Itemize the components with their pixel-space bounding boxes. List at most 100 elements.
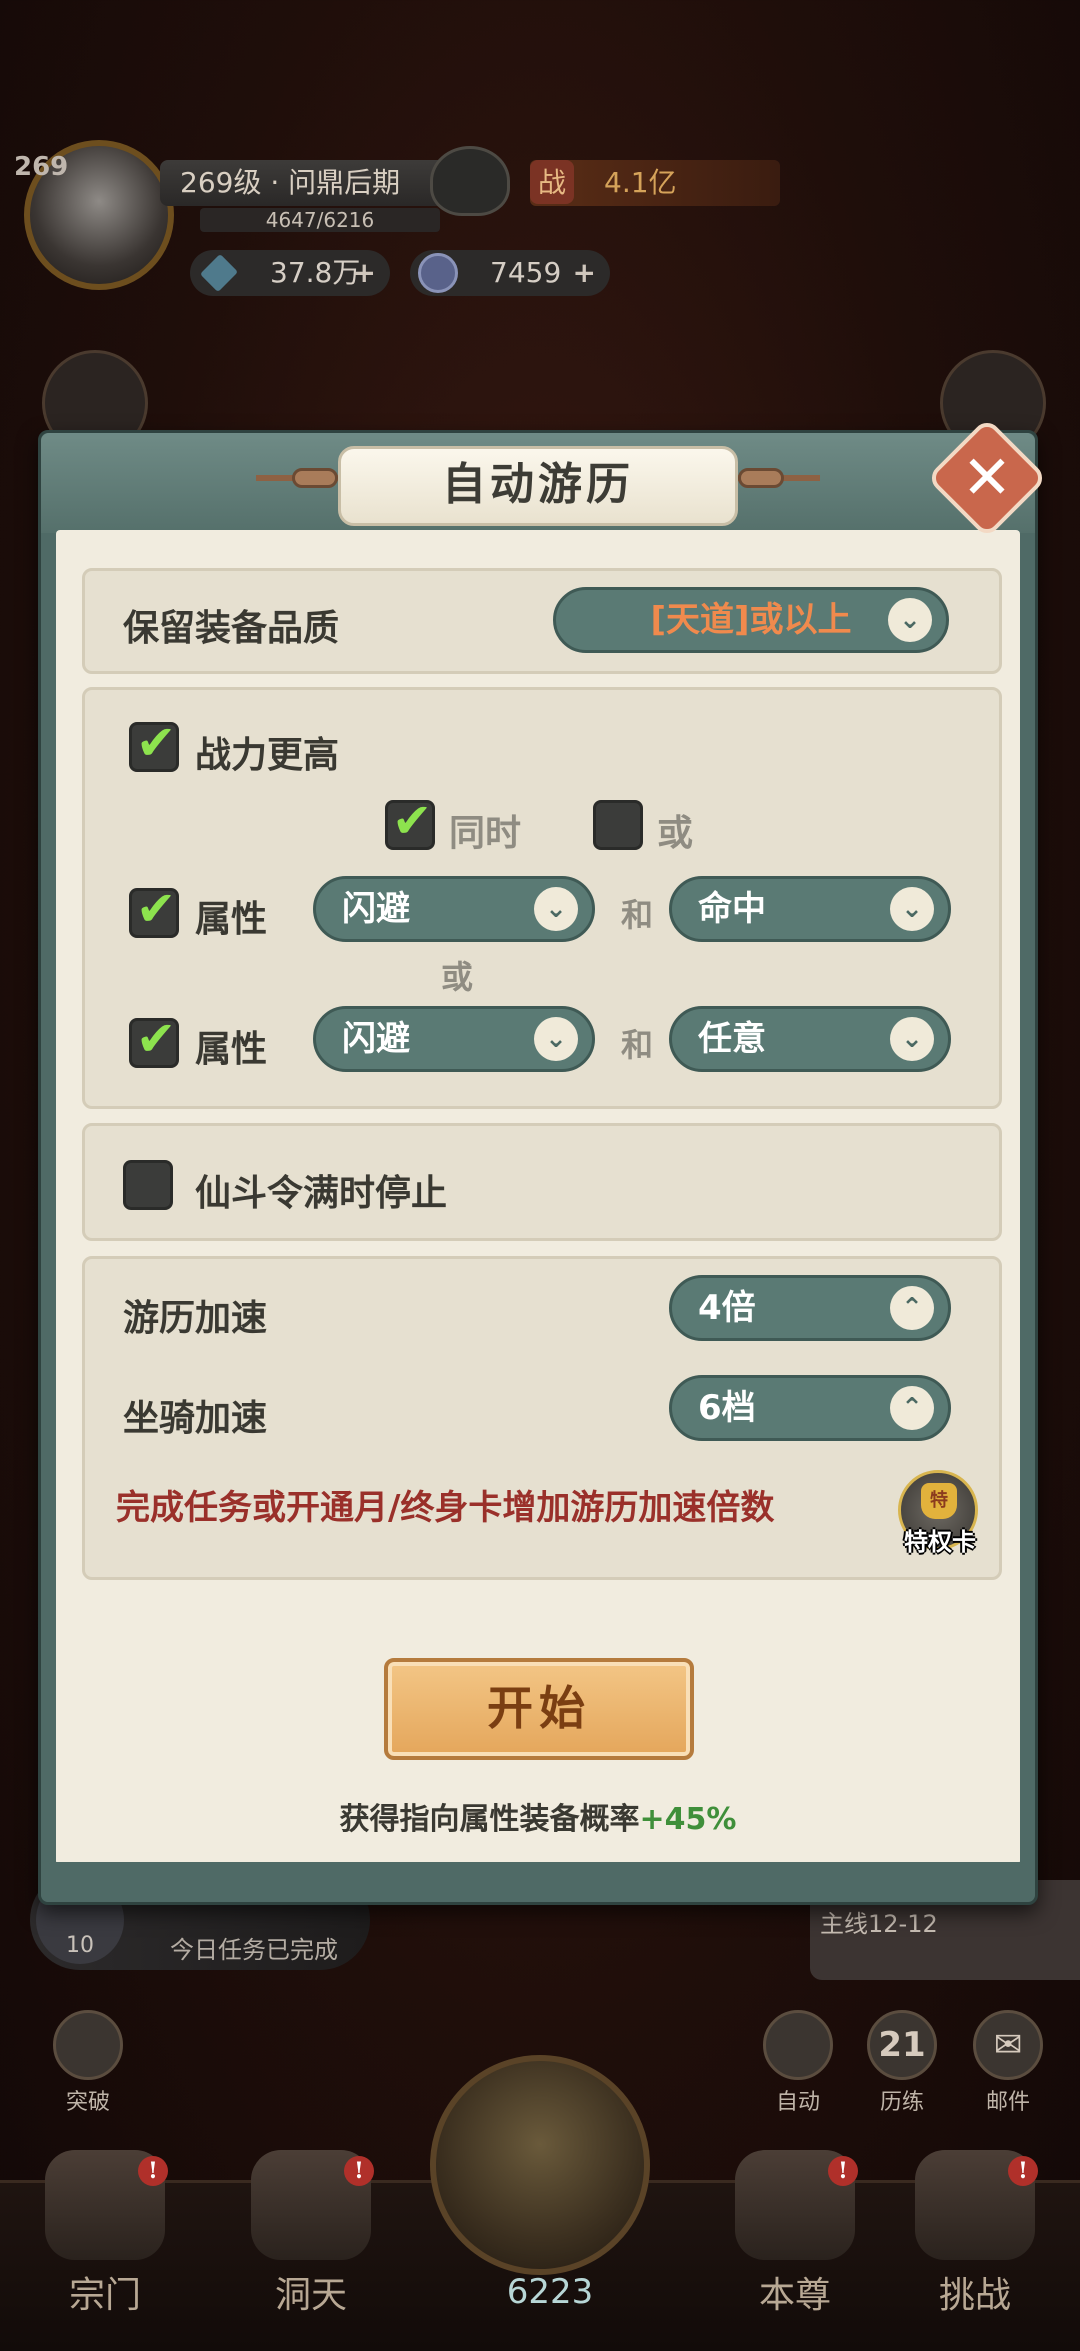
mail-icon: ✉ bbox=[973, 2010, 1043, 2080]
check-icon: ✔ bbox=[136, 881, 177, 937]
auto-label: 自动 bbox=[775, 2090, 820, 2115]
nav-challenge[interactable]: ! 挑战 bbox=[900, 2150, 1050, 2318]
level-text: 269级 · 问鼎后期 bbox=[160, 160, 450, 206]
speed-note: 完成任务或开通月/终身卡增加游历加速倍数 bbox=[116, 1488, 775, 1528]
alert-badge: ! bbox=[1008, 2156, 1038, 2186]
auto-button[interactable]: 自动 bbox=[756, 2010, 840, 2116]
orb-count: 6223 bbox=[506, 2272, 594, 2312]
power-label: 战 bbox=[530, 160, 574, 204]
currency-spirit[interactable]: 7459 + bbox=[410, 250, 610, 296]
combat-power: 战 4.1亿 bbox=[530, 160, 780, 206]
chevron-up-icon: ⌃ bbox=[890, 1286, 934, 1330]
speed-value: 4倍 bbox=[698, 1288, 756, 1328]
check-icon: ✔ bbox=[392, 793, 433, 849]
training-label: 历练 bbox=[879, 2090, 924, 2115]
quality-panel: 保留装备品质 [天道]或以上 ⌄ bbox=[82, 568, 1002, 674]
nav-label: 洞天 bbox=[274, 2275, 347, 2316]
auto-travel-dialog: 自动游历 ✕ 保留装备品质 [天道]或以上 ⌄ ✔ 战力更高 ✔ 同时 或 ✔ … bbox=[38, 417, 1048, 1905]
same-time-label: 同时 bbox=[449, 813, 522, 854]
nav-self[interactable]: ! 本尊 bbox=[720, 2150, 870, 2318]
nav-label: 本尊 bbox=[758, 2275, 831, 2316]
attr-row2-checkbox[interactable]: ✔ bbox=[129, 1011, 179, 1068]
power-higher-checkbox[interactable]: ✔ bbox=[129, 715, 179, 772]
alert-badge: ! bbox=[344, 2156, 374, 2186]
dialog-footer bbox=[41, 1862, 1035, 1902]
check-icon: ✔ bbox=[136, 1011, 177, 1067]
speed-panel: 游历加速 4倍 ⌃ 坐骑加速 6档 ⌃ bbox=[82, 1256, 1002, 1580]
lotus-icon bbox=[53, 2010, 123, 2080]
attr-row1-checkbox[interactable]: ✔ bbox=[129, 881, 179, 938]
dialog-title: 自动游历 bbox=[338, 446, 738, 526]
and-label: 和 bbox=[621, 896, 654, 934]
sword-orb-button[interactable] bbox=[430, 2055, 650, 2275]
breakthrough-label: 突破 bbox=[65, 2090, 110, 2115]
power-value: 4.1亿 bbox=[604, 166, 677, 199]
speed-select[interactable]: 4倍 ⌃ bbox=[669, 1275, 951, 1341]
and-label: 和 bbox=[621, 1026, 654, 1064]
training-button[interactable]: 21 历练 bbox=[860, 2010, 944, 2116]
currency-gem[interactable]: 37.8万 + bbox=[190, 250, 390, 296]
attr-value: 任意 bbox=[698, 1019, 766, 1059]
speed-label: 游历加速 bbox=[123, 1298, 268, 1339]
or-checkbox[interactable] bbox=[593, 800, 643, 850]
attr-row2-label: 属性 bbox=[195, 1029, 268, 1070]
privilege-card-label: 特权卡 bbox=[904, 1528, 976, 1556]
attr-value: 闪避 bbox=[342, 1019, 410, 1059]
stop-full-label: 仙斗令满时停止 bbox=[195, 1173, 448, 1214]
probability-text: 获得指向属性装备概率+45% bbox=[38, 1794, 1038, 1838]
nav-label: 挑战 bbox=[938, 2275, 1011, 2316]
chevron-down-icon: ⌄ bbox=[890, 1017, 934, 1061]
title-knot-left bbox=[292, 468, 338, 488]
auto-icon bbox=[763, 2010, 833, 2080]
chevron-up-icon: ⌃ bbox=[890, 1386, 934, 1430]
attr-value: 命中 bbox=[698, 889, 766, 929]
check-icon: ✔ bbox=[136, 715, 177, 771]
stop-full-checkbox[interactable] bbox=[123, 1160, 173, 1210]
nav-label: 宗门 bbox=[68, 2275, 141, 2316]
title-knot-right bbox=[738, 468, 784, 488]
exp-bar: 4647/6216 bbox=[200, 208, 440, 232]
mount-value: 6档 bbox=[698, 1388, 756, 1428]
cauldron-icon[interactable] bbox=[430, 146, 510, 216]
quest-text: 今日任务已完成 bbox=[170, 1936, 338, 1964]
quality-value: [天道]或以上 bbox=[650, 600, 852, 640]
probability-value: +45% bbox=[639, 1802, 737, 1837]
nav-cave[interactable]: ! 洞天 bbox=[236, 2150, 386, 2318]
quality-label: 保留装备品质 bbox=[123, 608, 340, 649]
level-badge: 269 bbox=[14, 152, 69, 182]
mount-label: 坐骑加速 bbox=[123, 1398, 268, 1439]
attr-row2-select2[interactable]: 任意 ⌄ bbox=[669, 1006, 951, 1072]
or-option-label: 或 bbox=[657, 813, 694, 854]
attr-row1-select1[interactable]: 闪避 ⌄ bbox=[313, 876, 595, 942]
spirit-icon bbox=[418, 253, 458, 293]
chevron-down-icon: ⌄ bbox=[890, 887, 934, 931]
crown-icon: 特 bbox=[921, 1483, 957, 1519]
same-time-checkbox[interactable]: ✔ bbox=[385, 793, 435, 850]
training-count: 21 bbox=[867, 2010, 937, 2080]
add-icon[interactable]: + bbox=[353, 250, 376, 296]
breakthrough-button[interactable]: 突破 bbox=[46, 2010, 130, 2116]
power-higher-label: 战力更高 bbox=[195, 735, 340, 776]
attr-value: 闪避 bbox=[342, 889, 410, 929]
probability-label: 获得指向属性装备概率 bbox=[339, 1802, 640, 1837]
filter-panel: ✔ 战力更高 ✔ 同时 或 ✔ 属性 闪避 ⌄ 和 命中 ⌄ 或 ✔ 属性 闪避… bbox=[82, 687, 1002, 1109]
start-button[interactable]: 开始 bbox=[384, 1658, 694, 1760]
currency2-value: 7459 bbox=[490, 256, 562, 289]
chevron-down-icon: ⌄ bbox=[534, 887, 578, 931]
attr-row2-select1[interactable]: 闪避 ⌄ bbox=[313, 1006, 595, 1072]
mail-label: 邮件 bbox=[985, 2090, 1030, 2115]
nav-sect[interactable]: ! 宗门 bbox=[30, 2150, 180, 2318]
attr-row1-label: 属性 bbox=[195, 899, 268, 940]
stop-panel: 仙斗令满时停止 bbox=[82, 1123, 1002, 1241]
gem-icon bbox=[199, 253, 239, 293]
chevron-down-icon: ⌄ bbox=[534, 1017, 578, 1061]
chevron-down-icon: ⌄ bbox=[888, 598, 932, 642]
mount-select[interactable]: 6档 ⌃ bbox=[669, 1375, 951, 1441]
add-icon[interactable]: + bbox=[573, 250, 596, 296]
mail-button[interactable]: ✉ 邮件 bbox=[966, 2010, 1050, 2116]
quality-select[interactable]: [天道]或以上 ⌄ bbox=[553, 587, 949, 653]
alert-badge: ! bbox=[138, 2156, 168, 2186]
attr-row1-select2[interactable]: 命中 ⌄ bbox=[669, 876, 951, 942]
currency1-value: 37.8万 bbox=[270, 256, 361, 289]
close-icon: ✕ bbox=[961, 443, 1013, 513]
